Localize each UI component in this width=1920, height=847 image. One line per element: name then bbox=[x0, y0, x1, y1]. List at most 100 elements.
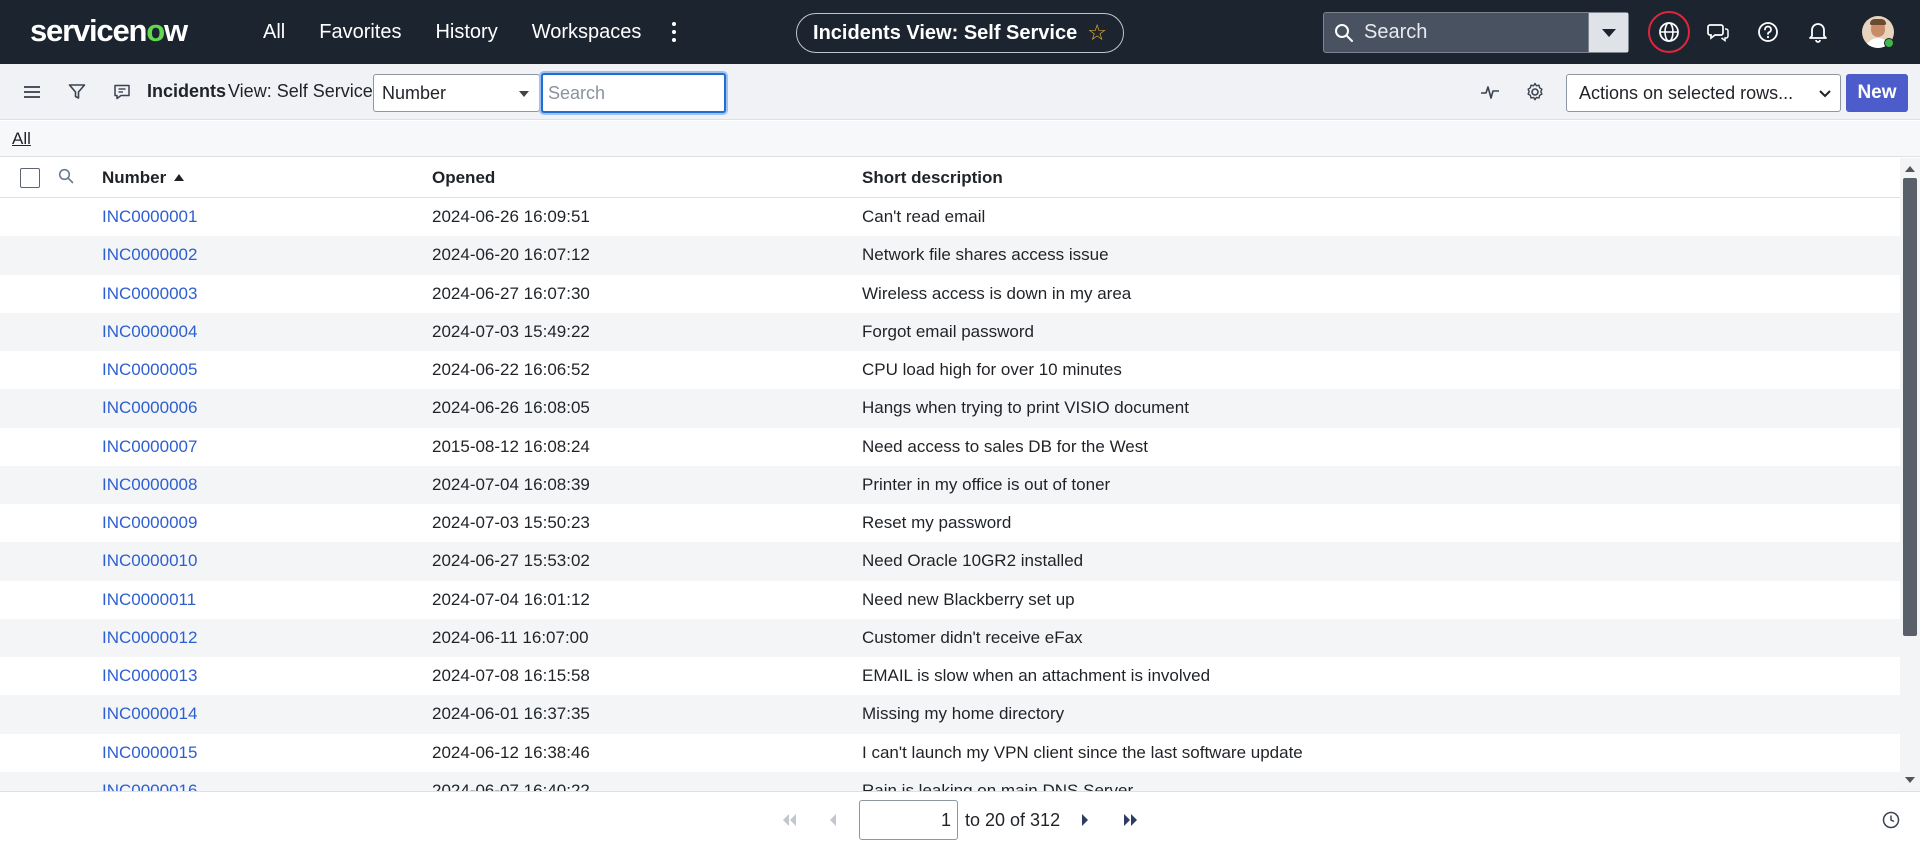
comment-icon[interactable] bbox=[108, 78, 136, 106]
list-controls-bar: Incidents View: Self Service Number Acti… bbox=[0, 64, 1920, 120]
table-row[interactable]: INC0000012 2024-06-11 16:07:00 Customer di… bbox=[0, 618, 1900, 657]
incident-number-link[interactable]: INC0000014 bbox=[102, 704, 197, 724]
table-row[interactable]: INC0000014 2024-06-01 16:37:35 Missing my … bbox=[0, 695, 1900, 734]
global-search-input[interactable] bbox=[1364, 21, 1564, 44]
chat-icon[interactable] bbox=[1700, 14, 1736, 50]
incident-opened-cell: 2015-08-12 16:08:24 bbox=[432, 436, 590, 456]
breadcrumb-all-link[interactable]: All bbox=[12, 129, 31, 149]
primary-nav: All Favorites History Workspaces bbox=[246, 0, 658, 64]
scroll-up-arrow-icon[interactable] bbox=[1905, 166, 1915, 172]
incident-number-link[interactable]: INC0000012 bbox=[102, 628, 197, 648]
incident-number-link[interactable]: INC0000009 bbox=[102, 513, 197, 533]
globe-icon[interactable] bbox=[1648, 11, 1690, 53]
table-row[interactable]: INC0000015 2024-06-12 16:38:46 I can't lau… bbox=[0, 734, 1900, 772]
incident-number-link[interactable]: INC0000016 bbox=[102, 781, 197, 791]
incident-opened-cell: 2024-06-12 16:38:46 bbox=[432, 742, 590, 762]
nav-all[interactable]: All bbox=[263, 20, 285, 44]
page-title-pill[interactable]: Incidents View: Self Service ☆ bbox=[796, 13, 1124, 53]
table-row[interactable]: INC0000011 2024-07-04 16:01:12 Need new Bl… bbox=[0, 581, 1900, 619]
gear-icon[interactable] bbox=[1521, 78, 1549, 106]
search-field-select[interactable]: Number bbox=[373, 74, 540, 112]
table-body: INC0000001 2024-06-26 16:09:51 Can't read … bbox=[0, 198, 1900, 791]
caret-down-icon bbox=[519, 91, 529, 97]
table-row[interactable]: INC0000004 2024-07-03 15:49:22 Forgot emai… bbox=[0, 312, 1900, 351]
incident-opened-cell: 2024-07-08 16:15:58 bbox=[432, 666, 590, 685]
online-status-indicator bbox=[1884, 38, 1894, 48]
incident-number-link[interactable]: INC0000003 bbox=[102, 284, 197, 304]
incident-number-link[interactable]: INC0000002 bbox=[102, 245, 197, 265]
page-number-input[interactable] bbox=[860, 801, 957, 839]
incident-number-link[interactable]: INC0000008 bbox=[102, 475, 197, 495]
table-row[interactable]: INC0000003 2024-06-27 16:07:30 Wireless ac… bbox=[0, 275, 1900, 313]
incident-short-description-cell: Need Oracle 10GR2 installed bbox=[862, 551, 1084, 571]
last-page-icon[interactable] bbox=[1122, 809, 1140, 831]
incident-short-description-cell: Can't read email bbox=[862, 207, 986, 226]
global-search-dropdown[interactable] bbox=[1588, 13, 1628, 52]
column-header-short-description[interactable]: Short description bbox=[862, 168, 1003, 188]
new-record-button[interactable]: New bbox=[1846, 74, 1908, 112]
previous-page-icon[interactable] bbox=[828, 809, 838, 831]
incident-short-description-cell: Missing my home directory bbox=[862, 704, 1065, 724]
incident-short-description-cell: I can't launch my VPN client since the l… bbox=[862, 742, 1303, 762]
table-row[interactable]: INC0000007 2015-08-12 16:08:24 Need access… bbox=[0, 428, 1900, 466]
breadcrumb: All bbox=[0, 121, 1920, 157]
next-page-icon[interactable] bbox=[1080, 809, 1090, 831]
activity-pulse-icon[interactable] bbox=[1476, 78, 1504, 106]
incident-number-link[interactable]: INC0000001 bbox=[102, 207, 197, 227]
table-row[interactable]: INC0000016 2024-06-07 16:40:22 Rain is lea… bbox=[0, 771, 1900, 791]
incident-number-link[interactable]: INC0000004 bbox=[102, 322, 197, 342]
incident-short-description-cell: Forgot email password bbox=[862, 321, 1034, 341]
caret-down-icon bbox=[1601, 28, 1616, 37]
bell-icon[interactable] bbox=[1800, 14, 1836, 50]
favorite-star-icon[interactable]: ☆ bbox=[1087, 22, 1107, 44]
incident-short-description-cell: EMAIL is slow when an attachment is invo… bbox=[862, 666, 1211, 685]
incident-number-link[interactable]: INC0000015 bbox=[102, 743, 197, 763]
incident-number-link[interactable]: INC0000005 bbox=[102, 360, 197, 380]
table-row[interactable]: INC0000002 2024-06-20 16:07:12 Network fil… bbox=[0, 236, 1900, 275]
nav-favorites[interactable]: Favorites bbox=[319, 20, 401, 44]
table-row[interactable]: INC0000001 2024-06-26 16:09:51 Can't read … bbox=[0, 198, 1900, 236]
incident-number-link[interactable]: INC0000011 bbox=[102, 590, 196, 610]
nav-history[interactable]: History bbox=[435, 20, 497, 44]
help-icon[interactable] bbox=[1750, 14, 1786, 50]
search-icon bbox=[1335, 23, 1353, 42]
list-title: Incidents bbox=[147, 81, 227, 101]
select-all-checkbox[interactable] bbox=[20, 168, 40, 188]
incident-short-description-cell: Rain is leaking on main DNS Server bbox=[862, 780, 1134, 791]
vertical-scrollbar[interactable] bbox=[1900, 158, 1920, 791]
more-menu-icon[interactable] bbox=[664, 22, 684, 42]
table-row[interactable]: INC0000008 2024-07-04 16:08:39 Printer in … bbox=[0, 465, 1900, 504]
actions-on-selected-rows-select[interactable]: Actions on selected rows... bbox=[1566, 74, 1841, 112]
table-row[interactable]: INC0000005 2024-06-22 16:06:52 CPU load hi… bbox=[0, 351, 1900, 389]
first-page-icon[interactable] bbox=[780, 809, 798, 831]
column-header-number-label: Number bbox=[102, 168, 167, 187]
table-row[interactable]: INC0000009 2024-07-03 15:50:23 Reset my pa… bbox=[0, 504, 1900, 542]
servicenow-logo[interactable]: servicenow bbox=[30, 13, 188, 49]
table-row[interactable]: INC0000013 2024-07-08 16:15:58 EMAIL is sl… bbox=[0, 657, 1900, 695]
list-search-input[interactable] bbox=[543, 75, 724, 111]
incident-short-description-cell: Need access to sales DB for the West bbox=[862, 436, 1148, 456]
column-search-icon[interactable] bbox=[58, 168, 74, 189]
column-header-opened[interactable]: Opened bbox=[432, 168, 495, 188]
page-number-field bbox=[859, 800, 958, 840]
incident-short-description-cell: Hangs when trying to print VISIO documen… bbox=[862, 398, 1189, 418]
hamburger-menu-icon[interactable] bbox=[18, 78, 46, 106]
filter-icon[interactable] bbox=[63, 78, 91, 106]
response-time-clock-icon[interactable] bbox=[1882, 811, 1900, 834]
list-search-box bbox=[541, 73, 726, 113]
incident-opened-cell: 2024-06-07 16:40:22 bbox=[432, 780, 590, 791]
pagination-footer: to 20 of 312 bbox=[0, 791, 1920, 847]
incident-number-link[interactable]: INC0000013 bbox=[102, 666, 197, 686]
incident-number-link[interactable]: INC0000006 bbox=[102, 398, 197, 418]
scroll-down-arrow-icon[interactable] bbox=[1905, 777, 1915, 783]
incident-number-link[interactable]: INC0000007 bbox=[102, 437, 197, 457]
incident-short-description-cell: CPU load high for over 10 minutes bbox=[862, 360, 1122, 379]
incident-number-link[interactable]: INC0000010 bbox=[102, 551, 197, 571]
nav-workspaces[interactable]: Workspaces bbox=[532, 20, 642, 44]
table-row[interactable]: INC0000010 2024-06-27 15:53:02 Need Oracle… bbox=[0, 542, 1900, 581]
table-row[interactable]: INC0000006 2024-06-26 16:08:05 Hangs when … bbox=[0, 389, 1900, 428]
scrollbar-thumb[interactable] bbox=[1903, 178, 1917, 636]
column-header-number[interactable]: Number bbox=[102, 168, 185, 188]
table-header-row: Number Opened Short description bbox=[0, 158, 1900, 198]
incident-opened-cell: 2024-06-27 16:07:30 bbox=[432, 283, 590, 303]
